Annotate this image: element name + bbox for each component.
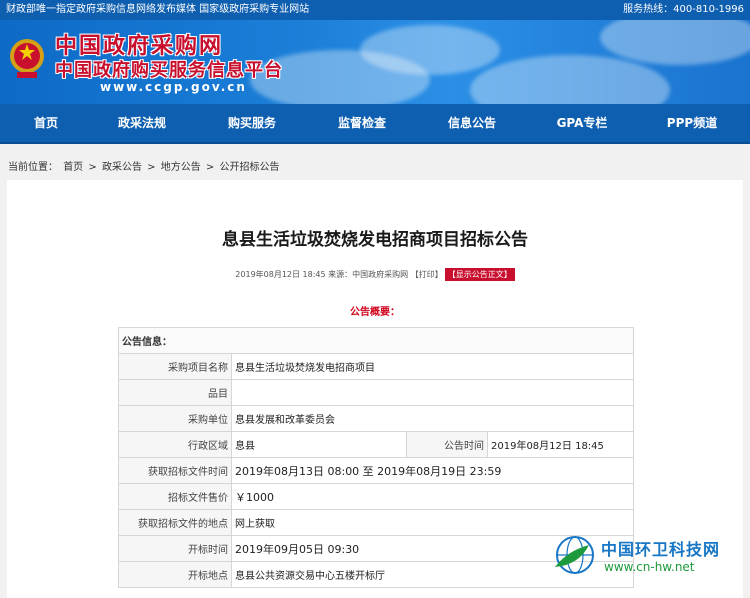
site-url: www.ccgp.gov.cn [100, 80, 247, 94]
open-place-label: 开标地点 [118, 561, 232, 588]
region-label: 行政区域 [118, 431, 232, 458]
service-hotline: 服务热线：400-810-1996 [623, 4, 744, 15]
breadcrumb-separator: > [147, 162, 156, 173]
nav-ppp[interactable]: PPP频道 [667, 104, 717, 142]
nav-supervision[interactable]: 监督检查 [338, 104, 386, 142]
publish-time-label: 公告时间 [406, 431, 488, 458]
doc-price-label: 招标文件售价 [118, 483, 232, 510]
open-time-label: 开标时间 [118, 535, 232, 562]
table-row: 行政区域 息县 公告时间 2019年08月12日 18:45 [118, 431, 634, 458]
table-header: 公告信息： [118, 327, 634, 354]
nav-purchase-services[interactable]: 购买服务 [228, 104, 276, 142]
project-name-label: 采购项目名称 [118, 353, 232, 380]
site-banner: 中国政府采购网 中国政府购买服务信息平台 www.ccgp.gov.cn [0, 20, 750, 104]
region-value: 息县 [231, 431, 407, 458]
nav-regulations[interactable]: 政采法规 [118, 104, 166, 142]
show-full-text-button[interactable]: 【显示公告正文】 [444, 268, 515, 281]
publish-info: 2019年08月12日 18:45 来源：中国政府采购网 【打印】 [235, 270, 443, 279]
breadcrumb-prefix: 当前位置： [8, 162, 58, 173]
breadcrumb-separator: > [205, 162, 215, 173]
page-title: 息县生活垃圾焚烧发电招商项目招标公告 [222, 230, 528, 250]
article-meta: 2019年08月12日 18:45 来源：中国政府采购网 【打印】 【显示公告正文… [7, 268, 743, 281]
table-row: 采购单位 息县发展和改革委员会 [118, 405, 634, 432]
watermark-url: www.cn-hw.net [604, 560, 695, 574]
globe-leaf-icon [555, 536, 594, 574]
doc-time-value: 2019年08月13日 08:00 至 2019年08月19日 23:59 [231, 457, 634, 484]
breadcrumb-home[interactable]: 首页 [63, 162, 83, 173]
table-row: 品目 [118, 379, 634, 406]
site-subtitle: 中国政府购买服务信息平台 [55, 60, 283, 81]
item-label: 品目 [118, 379, 232, 406]
table-row: 采购项目名称 息县生活垃圾焚烧发电招商项目 [118, 353, 634, 380]
nav-announcements[interactable]: 信息公告 [448, 104, 496, 142]
nav-home[interactable]: 首页 [34, 104, 58, 142]
top-info-bar: 财政部唯一指定政府采购信息网络发布媒体 国家级政府采购专业网站 服务热线：400… [0, 0, 750, 20]
purchaser-value: 息县发展和改革委员会 [231, 405, 634, 432]
watermark-name: 中国环卫科技网 [601, 540, 721, 559]
table-row: 获取招标文件时间 2019年08月13日 08:00 至 2019年08月19日… [118, 457, 634, 484]
publish-time-value: 2019年08月12日 18:45 [487, 431, 634, 458]
purchaser-label: 采购单位 [118, 405, 232, 432]
item-value [231, 379, 634, 406]
table-row: 招标文件售价 ￥1000 [118, 483, 634, 510]
breadcrumb: 当前位置： 首页 > 政采公告 > 地方公告 > 公开招标公告 [8, 158, 281, 173]
overview-heading: 公告概要： [350, 307, 400, 318]
site-tagline: 财政部唯一指定政府采购信息网络发布媒体 国家级政府采购专业网站 [6, 4, 310, 15]
breadcrumb-notices[interactable]: 政采公告 [102, 162, 142, 173]
main-nav: 首页 政采法规 购买服务 监督检查 信息公告 GPA专栏 PPP频道 [0, 104, 750, 144]
nav-gpa[interactable]: GPA专栏 [557, 104, 608, 142]
national-emblem-icon [10, 39, 44, 78]
breadcrumb-local-notices[interactable]: 地方公告 [161, 162, 201, 173]
table-row: 公告信息： [118, 327, 634, 354]
doc-price-value: ￥1000 [231, 483, 634, 510]
doc-time-label: 获取招标文件时间 [118, 457, 232, 484]
doc-place-label: 获取招标文件的地点 [118, 509, 232, 536]
watermark: 中国环卫科技网 www.cn-hw.net [549, 527, 749, 597]
breadcrumb-separator: > [88, 162, 97, 173]
project-name-value: 息县生活垃圾焚烧发电招商项目 [231, 353, 634, 380]
breadcrumb-open-tender[interactable]: 公开招标公告 [219, 162, 279, 173]
